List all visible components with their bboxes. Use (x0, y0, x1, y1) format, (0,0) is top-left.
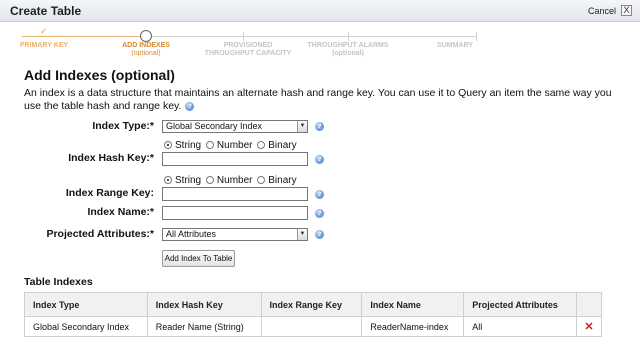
step-label: ADD INDEXES (122, 42, 170, 49)
column-header (576, 292, 602, 317)
radio-number[interactable]: Number (205, 140, 253, 151)
projected-attributes-value: All Attributes (166, 229, 217, 239)
wizard-progress: ✓ PRIMARY KEY ADD INDEXES (optional) PRO… (0, 22, 640, 62)
column-header: Index Range Key (260, 292, 363, 317)
help-icon[interactable]: ? (315, 122, 324, 131)
current-step-circle-icon (140, 30, 152, 42)
radio-button[interactable] (257, 141, 266, 149)
cell-index-name: ReaderName-index (361, 316, 465, 337)
description-text: An index is a data structure that mainta… (24, 87, 612, 112)
step-sublabel: THROUGHPUT CAPACITY (204, 50, 292, 57)
help-icon[interactable]: ? (185, 101, 195, 111)
radio-label: Binary (268, 175, 297, 186)
index-type-value: Global Secondary Index (166, 121, 263, 131)
radio-label: Binary (268, 140, 297, 151)
cell-range-key (260, 316, 363, 337)
radio-button[interactable] (164, 176, 172, 184)
dialog-title: Create Table (10, 4, 82, 18)
column-header: Index Hash Key (146, 292, 262, 317)
radio-number[interactable]: Number (205, 175, 253, 186)
step-throughput-alarms: THROUGHPUT ALARMS (optional) (298, 42, 398, 58)
radio-button[interactable] (205, 141, 214, 149)
index-type-label: Index Type:* (92, 120, 154, 132)
checkmark-icon: ✓ (40, 26, 48, 36)
radio-string[interactable]: String (164, 175, 201, 186)
projected-attributes-select[interactable]: All Attributes ▼ (162, 228, 308, 241)
radio-button[interactable] (164, 141, 172, 149)
table-indexes: Index Type Index Hash Key Index Range Ke… (24, 292, 602, 337)
help-icon[interactable]: ? (315, 230, 324, 239)
close-icon[interactable]: X (621, 5, 632, 16)
radio-string[interactable]: String (164, 140, 201, 151)
cell-index-type: Global Secondary Index (24, 316, 148, 337)
section-title: Add Indexes (optional) (24, 67, 175, 83)
step-add-indexes: ADD INDEXES (optional) (112, 42, 180, 58)
column-header: Index Name (361, 292, 465, 317)
range-key-label: Index Range Key: (65, 187, 154, 199)
delete-icon[interactable]: ✕ (576, 316, 602, 337)
table-header-row: Index Type Index Hash Key Index Range Ke… (24, 292, 602, 317)
step-tick (243, 32, 244, 41)
step-summary: SUMMARY (420, 42, 490, 50)
cancel-link[interactable]: Cancel (588, 6, 616, 16)
step-label: PRIMARY KEY (19, 42, 69, 49)
cell-hash-key: Reader Name (String) (146, 316, 262, 337)
radio-button[interactable] (257, 176, 266, 184)
step-provisioned-throughput: PROVISIONED THROUGHPUT CAPACITY (198, 42, 298, 58)
radio-binary[interactable]: Binary (257, 140, 297, 151)
radio-button[interactable] (205, 176, 214, 184)
projected-attributes-label: Projected Attributes:* (46, 228, 154, 240)
help-icon[interactable]: ? (315, 190, 324, 199)
range-key-input[interactable] (162, 187, 308, 201)
help-icon[interactable]: ? (315, 209, 324, 218)
index-name-input[interactable] (162, 206, 308, 220)
step-tick (348, 32, 349, 41)
chevron-down-icon: ▼ (297, 229, 307, 240)
step-primary-key[interactable]: PRIMARY KEY (14, 42, 74, 50)
index-type-select[interactable]: Global Secondary Index ▼ (162, 120, 308, 133)
range-key-type-radios: String Number Binary (164, 175, 299, 186)
table-row: Global Secondary Index Reader Name (Stri… (24, 316, 602, 337)
column-header: Index Type (24, 292, 148, 317)
progress-track-remaining (146, 36, 476, 37)
index-name-label: Index Name:* (87, 206, 154, 218)
radio-label: String (175, 140, 202, 151)
chevron-down-icon: ▼ (297, 121, 307, 132)
add-index-button[interactable]: Add Index To Table (162, 250, 235, 267)
step-tick (476, 32, 477, 41)
hash-key-type-radios: String Number Binary (164, 140, 299, 151)
step-sublabel: (optional) (332, 50, 364, 57)
radio-label: Number (216, 175, 253, 186)
step-label: THROUGHPUT ALARMS (307, 42, 389, 49)
step-label: PROVISIONED (223, 42, 273, 49)
step-sublabel: (optional) (131, 50, 161, 57)
hash-key-label: Index Hash Key:* (68, 152, 154, 164)
step-label: SUMMARY (437, 42, 473, 49)
table-indexes-title: Table Indexes (24, 276, 93, 288)
dialog-titlebar: Create Table Cancel X (0, 0, 640, 22)
radio-label: Number (216, 140, 253, 151)
cell-projected: All (463, 316, 577, 337)
help-icon[interactable]: ? (315, 155, 324, 164)
radio-binary[interactable]: Binary (257, 175, 297, 186)
column-header: Projected Attributes (463, 292, 577, 317)
hash-key-input[interactable] (162, 152, 308, 166)
radio-label: String (175, 175, 202, 186)
section-description: An index is a data structure that mainta… (24, 87, 624, 113)
